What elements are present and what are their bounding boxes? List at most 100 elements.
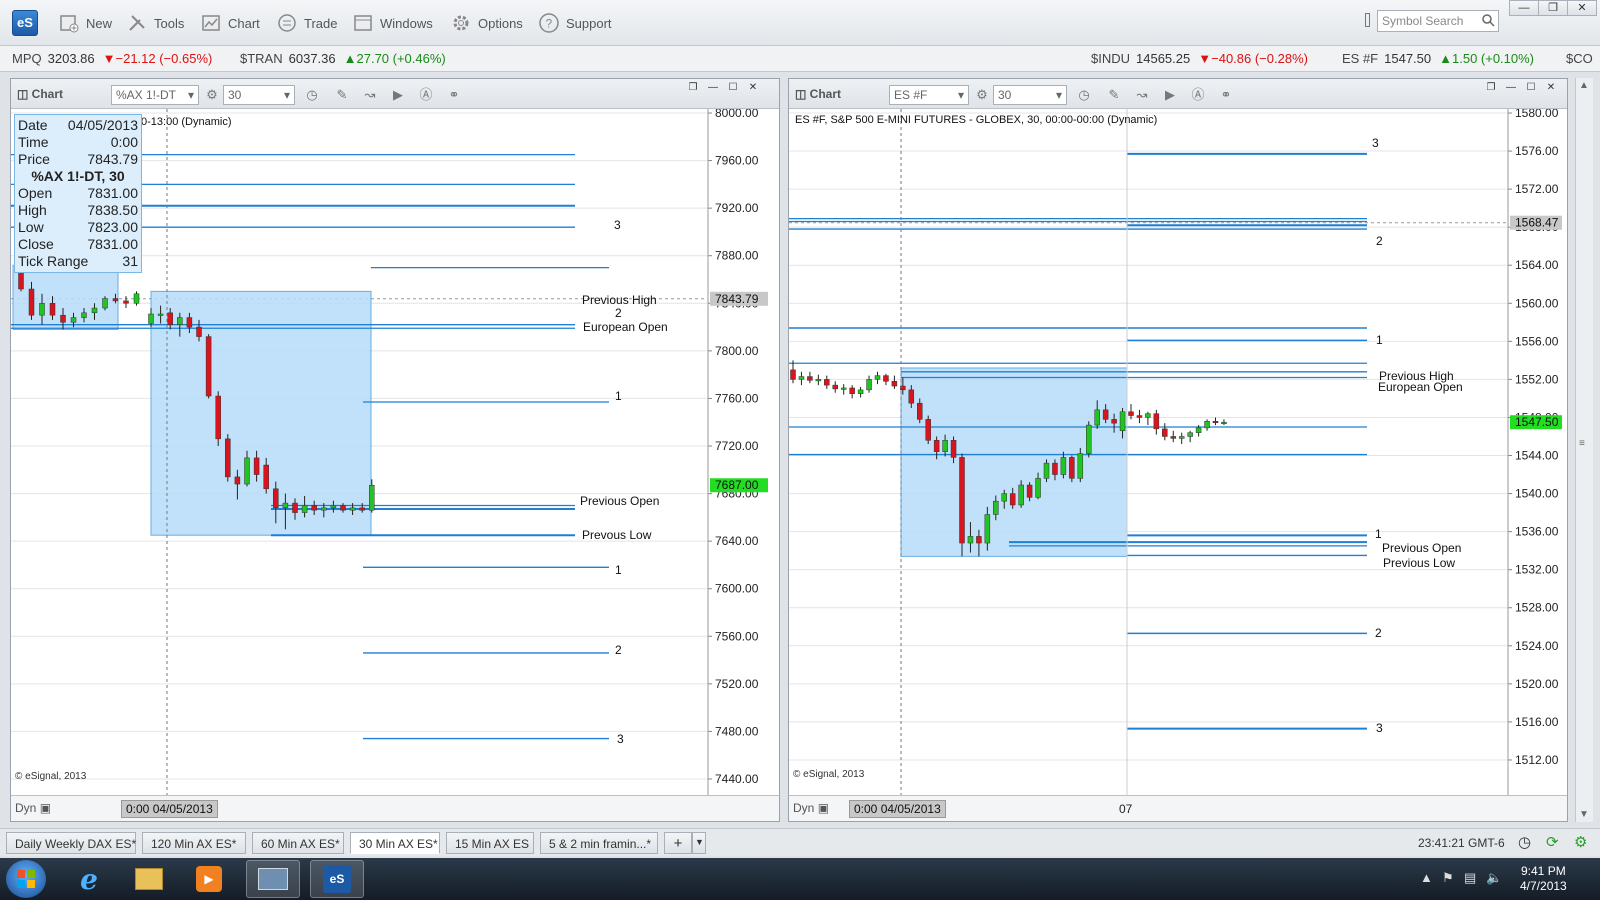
pencil-icon[interactable]: ✎ <box>333 86 351 104</box>
r-candle-body <box>1043 462 1050 479</box>
alert-icon[interactable]: Ⓐ <box>417 86 435 104</box>
link-icon[interactable]: ⚭ <box>445 86 463 104</box>
right-interval-input[interactable]: 30 ▾ <box>993 85 1067 105</box>
play-icon[interactable]: ▶ <box>389 86 407 104</box>
tab-daily-weekly-dax-es[interactable]: Daily Weekly DAX ES* <box>6 832 136 854</box>
l-axis-tick-label: 7800.00 <box>715 344 759 358</box>
ticker-item[interactable]: ES #F 1547.50 ▲1.50 (+0.10%) <box>1342 51 1534 66</box>
scroll-up-arrow[interactable]: ▲ <box>1579 80 1589 91</box>
l-candle-body <box>196 326 202 337</box>
toolbar-new-button[interactable]: New <box>58 11 112 35</box>
tab-120-min-ax-es[interactable]: 120 Min AX ES* <box>142 832 246 854</box>
right-dyn-button[interactable]: Dyn ▣ <box>793 801 829 815</box>
tray-show-hidden-icon[interactable]: ▲ <box>1420 870 1433 885</box>
l-candle-body <box>244 457 250 485</box>
taskbar-file-explorer[interactable] <box>122 860 176 898</box>
left-last-price-tag: 7687.00 <box>710 478 768 493</box>
r-candle-body <box>959 457 965 544</box>
toolbar-trade-button[interactable]: Trade <box>276 11 337 35</box>
taskbar-clock[interactable]: 9:41 PM 4/7/2013 <box>1520 864 1567 894</box>
left-restore-window-button[interactable]: ❐ <box>685 82 701 96</box>
taskbar-media-player[interactable]: ▶ <box>182 860 236 898</box>
r-candle-body <box>1026 484 1033 498</box>
ticker-item[interactable]: MPQ 3203.86 ▼−21.12 (−0.65%) <box>12 51 212 66</box>
scroll-grip[interactable]: ≡ <box>1579 438 1585 449</box>
pencil-icon[interactable]: ✎ <box>1105 86 1123 104</box>
toolbar-tools-button[interactable]: Tools <box>126 11 184 35</box>
toolbar-options-button[interactable]: Options <box>450 11 523 35</box>
right-chart-window: ◫ Chart ES #F ▾ ⚙ 30 ▾ ◷ ✎ ↝ ▶ Ⓐ ⚭ ❐ — ☐ ✕… <box>788 78 1568 822</box>
chevron-down-icon: ▾ <box>283 88 290 102</box>
status-settings-icon[interactable]: ⚙ <box>1574 833 1587 851</box>
left-dyn-button[interactable]: Dyn ▣ <box>15 801 51 815</box>
taskbar-esignal[interactable]: eS <box>310 860 364 898</box>
r-axis-tick-label: 1544.00 <box>1515 449 1559 463</box>
tray-network-icon[interactable]: ▤ <box>1464 870 1476 886</box>
l-candle-body <box>359 507 365 511</box>
taskbar-remote-desktop[interactable] <box>246 860 300 898</box>
play-icon[interactable]: ▶ <box>1161 86 1179 104</box>
right-close-window-button[interactable]: ✕ <box>1543 82 1559 96</box>
tab-60-min-ax-es[interactable]: 60 Min AX ES* <box>252 832 344 854</box>
l-candle-body <box>28 288 35 316</box>
gear-icon[interactable]: ⚙ <box>203 86 221 104</box>
right-restore-window-button[interactable]: ❐ <box>1483 82 1499 96</box>
scroll-down-arrow[interactable]: ▼ <box>1579 809 1589 820</box>
toolbar-windows-button[interactable]: Windows <box>352 11 433 35</box>
l-candle-body <box>234 476 241 485</box>
tab-list-dropdown[interactable]: ▼ <box>692 832 706 854</box>
tooltip-high-row: High 7838.50 <box>18 202 138 219</box>
ticker-item[interactable]: $TRAN 6037.36 ▲27.70 (+0.46%) <box>240 51 446 66</box>
right-maximize-window-button[interactable]: ☐ <box>1523 82 1539 96</box>
gear-icon[interactable]: ⚙ <box>973 86 991 104</box>
clock-icon[interactable]: ◷ <box>303 86 321 104</box>
tab-5-and-2-min-framing[interactable]: 5 & 2 min framin...* <box>540 832 658 854</box>
left-interval-input[interactable]: 30 ▾ <box>223 85 295 105</box>
tray-flag-icon[interactable]: ⚑ <box>1442 870 1454 886</box>
tray-volume-icon[interactable]: 🔈 <box>1486 870 1502 886</box>
windows-start-button[interactable] <box>6 860 46 898</box>
left-close-window-button[interactable]: ✕ <box>745 82 761 96</box>
r-candle-body <box>1111 419 1117 424</box>
alert-icon[interactable]: Ⓐ <box>1189 86 1207 104</box>
right-minimize-window-button[interactable]: — <box>1503 82 1519 96</box>
esignal-logo[interactable]: eS <box>12 10 38 36</box>
tab-15-min-ax-es[interactable]: 15 Min AX ES <box>446 832 534 854</box>
left-maximize-window-button[interactable]: ☐ <box>725 82 741 96</box>
toolbar-support-button[interactable]: ? Support <box>538 11 612 35</box>
left-minimize-window-button[interactable]: — <box>705 82 721 96</box>
r-candle-body <box>1035 478 1041 498</box>
link-icon[interactable]: ⚭ <box>1217 86 1235 104</box>
left-symbol-input[interactable]: %AX 1!-DT ▾ <box>111 85 199 105</box>
toolbar-chart-button[interactable]: Chart <box>200 11 260 35</box>
minimize-button[interactable]: — <box>1509 0 1539 16</box>
r-candle-body <box>790 369 796 380</box>
ticker-item[interactable]: $INDU 14565.25 ▼−40.86 (−0.28%) <box>1091 51 1308 66</box>
search-icon[interactable] <box>1481 13 1495 30</box>
windows-taskbar: e ▶ eS ▲ ⚑ ▤ 🔈 9:41 PM 4/7/2013 <box>0 858 1600 900</box>
symbol-search-input[interactable]: Symbol Search <box>1377 10 1499 32</box>
taskbar-internet-explorer[interactable]: e <box>62 860 116 898</box>
right-level-label-3-lower: 3 <box>1376 721 1383 735</box>
status-timer-icon[interactable]: ◷ <box>1518 833 1531 851</box>
close-button[interactable]: ✕ <box>1567 0 1597 16</box>
r-candle-body <box>1195 427 1202 433</box>
left-chart-title: ◫ Chart <box>17 87 64 101</box>
right-symbol-input[interactable]: ES #F ▾ <box>889 85 969 105</box>
r-candle-body <box>1212 421 1219 424</box>
restore-button[interactable]: ❐ <box>1538 0 1568 16</box>
add-tab-button[interactable]: + <box>664 832 692 854</box>
study-icon[interactable]: ↝ <box>361 86 379 104</box>
r-candle-body <box>849 387 855 394</box>
study-icon[interactable]: ↝ <box>1133 86 1151 104</box>
ticker-item[interactable]: $CO <box>1566 51 1599 66</box>
status-connection-icon[interactable]: ⟳ <box>1546 833 1559 851</box>
tooltip-close-row: Close 7831.00 <box>18 236 138 253</box>
tab-30-min-ax-es[interactable]: 30 Min AX ES* <box>350 832 440 854</box>
r-axis-tick-label: 1552.00 <box>1515 372 1559 386</box>
right-chart-plot[interactable]: 1580.001576.001572.001568.001564.001560.… <box>789 109 1567 795</box>
vertical-scrollbar[interactable]: ▲ ≡ ▼ <box>1575 78 1593 822</box>
l-candle-body <box>102 298 108 309</box>
clock-icon[interactable]: ◷ <box>1075 86 1093 104</box>
r-axis-tick-label: 1564.00 <box>1515 258 1559 272</box>
